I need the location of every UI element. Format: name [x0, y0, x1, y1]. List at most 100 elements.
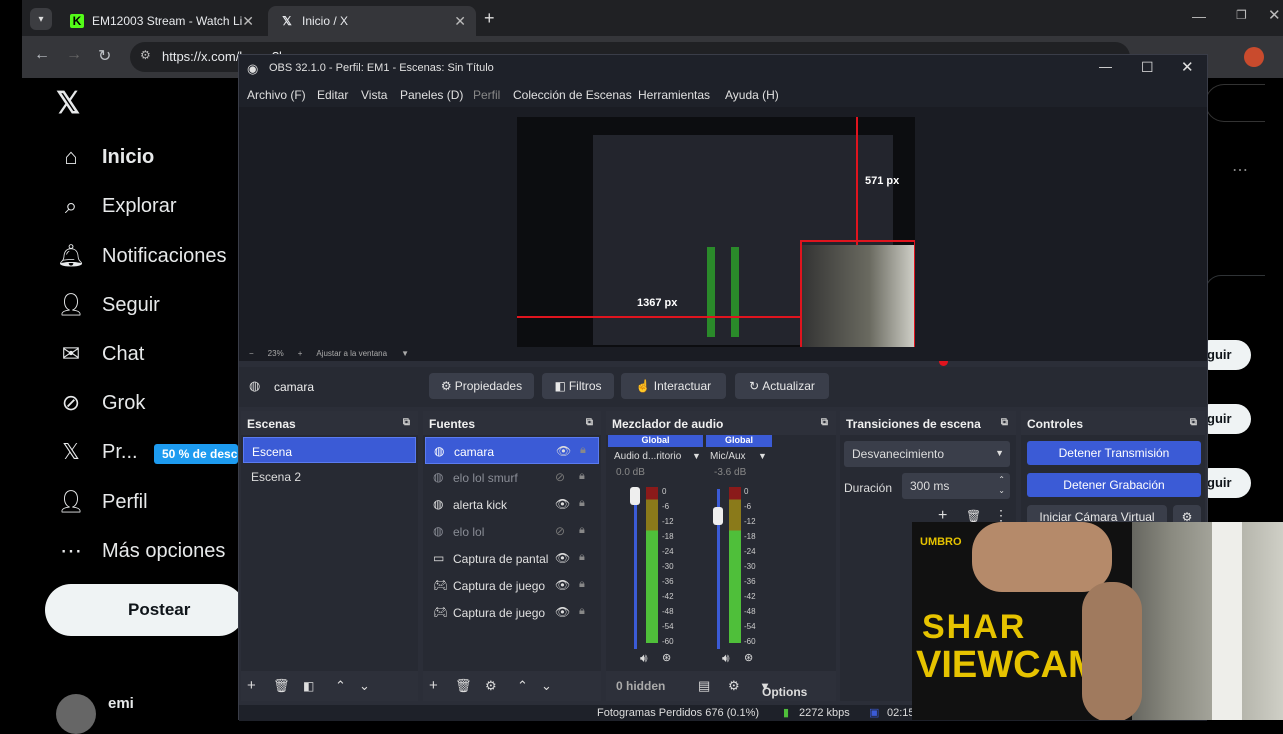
- eye-hidden-icon[interactable]: ⊘: [555, 470, 565, 484]
- menu-vista[interactable]: Vista: [361, 88, 387, 102]
- properties-button[interactable]: ⚙ Propiedades: [429, 373, 534, 399]
- dock-icon[interactable]: ⧉: [586, 417, 593, 428]
- x-nav-notificaciones[interactable]: 🔔︎ Notificaciones: [57, 243, 226, 269]
- lock-icon[interactable]: 🔒︎: [580, 444, 586, 457]
- scene-item[interactable]: Escena: [243, 437, 416, 463]
- x-logo-icon[interactable]: 𝕏: [56, 86, 80, 121]
- x-nav-grok[interactable]: ⊘ Grok: [58, 390, 146, 416]
- mute-icon[interactable]: 🔊︎: [722, 651, 730, 666]
- source-item[interactable]: 🎮︎ Captura de juego 2 👁︎ 🔒︎: [425, 572, 599, 599]
- volume-slider-handle[interactable]: [713, 507, 723, 525]
- tab-x-home[interactable]: 𝕏 Inicio / X ✕: [268, 6, 476, 36]
- filters-button[interactable]: ◧ Filtros: [542, 373, 614, 399]
- x-nav-inicio[interactable]: ⌂ Inicio: [58, 144, 154, 170]
- eye-icon[interactable]: 👁︎: [555, 605, 570, 619]
- maximize-icon[interactable]: ☐: [1141, 59, 1154, 76]
- layout-icon[interactable]: ▤: [698, 678, 710, 694]
- source-item[interactable]: 🎮︎ Captura de juego 👁︎ 🔒︎: [425, 599, 599, 626]
- search-box[interactable]: [1205, 84, 1265, 122]
- site-info-icon[interactable]: ⚙: [140, 48, 151, 62]
- x-nav-mas-opciones[interactable]: ⋯ Más opciones: [58, 538, 225, 564]
- hidden-count[interactable]: 0 hidden: [616, 679, 665, 693]
- move-up-icon[interactable]: ⌃: [517, 678, 528, 694]
- menu-paneles[interactable]: Paneles (D): [400, 88, 463, 102]
- avatar[interactable]: [56, 694, 96, 734]
- move-down-icon[interactable]: ⌄: [359, 678, 370, 694]
- source-item[interactable]: ◍ elo lol ⊘ 🔒︎: [425, 518, 599, 545]
- minimize-icon[interactable]: —: [1099, 59, 1112, 74]
- tab-kick-stream[interactable]: K EM12003 Stream - Watch Live c ✕: [58, 6, 264, 36]
- eye-icon[interactable]: 👁︎: [555, 578, 570, 592]
- interact-button[interactable]: ☝ Interactuar: [621, 373, 726, 399]
- menu-ayuda[interactable]: Ayuda (H): [725, 88, 779, 102]
- dock-icon[interactable]: ⧉: [1001, 417, 1008, 428]
- options-button[interactable]: Options ▾: [762, 679, 807, 699]
- dock-icon[interactable]: ⧉: [821, 417, 828, 428]
- reload-icon[interactable]: ↻: [98, 46, 111, 66]
- transition-select[interactable]: Desvanecimiento ▼: [844, 441, 1010, 467]
- menu-editar[interactable]: Editar: [317, 88, 348, 102]
- close-icon[interactable]: ✕: [242, 13, 254, 30]
- x-nav-explorar[interactable]: ⌕ Explorar: [58, 193, 177, 219]
- duration-input[interactable]: 300 ms ⌃ ⌄: [902, 473, 1010, 499]
- scene-item[interactable]: Escena 2: [243, 463, 416, 489]
- move-down-icon[interactable]: ⌄: [541, 678, 552, 694]
- selection-box[interactable]: [800, 240, 915, 349]
- eye-hidden-icon[interactable]: ⊘: [555, 524, 565, 538]
- tab-search-button[interactable]: ▾: [30, 8, 52, 30]
- chevron-down-icon[interactable]: ▼: [401, 349, 409, 358]
- source-item[interactable]: ▭ Captura de pantal 👁︎ 🔒︎: [425, 545, 599, 572]
- channel-menu-icon[interactable]: ▼: [758, 451, 767, 461]
- preview-canvas[interactable]: 571 px 1367 px: [517, 117, 915, 349]
- minimize-icon[interactable]: —: [1192, 8, 1206, 24]
- channel-settings-icon[interactable]: ⊛: [744, 651, 753, 664]
- stop-recording-button[interactable]: Detener Grabación: [1027, 473, 1201, 497]
- post-button[interactable]: Postear: [45, 584, 245, 636]
- x-nav-perfil[interactable]: 👤︎ Perfil: [57, 489, 148, 515]
- x-nav-premium[interactable]: 𝕏 Pr...: [58, 439, 137, 465]
- volume-slider-track[interactable]: [634, 489, 637, 649]
- lock-icon[interactable]: 🔒︎: [579, 578, 585, 591]
- x-nav-seguir[interactable]: 👤︎ Seguir: [57, 292, 160, 318]
- lock-icon[interactable]: 🔒︎: [579, 551, 585, 564]
- source-item[interactable]: ◍ camara 👁︎ 🔒︎: [425, 437, 599, 464]
- lock-icon[interactable]: 🔒︎: [579, 605, 585, 618]
- channel-menu-icon[interactable]: ▼: [692, 451, 701, 461]
- channel-settings-icon[interactable]: ⊛: [662, 651, 671, 664]
- eye-icon[interactable]: 👁︎: [555, 497, 570, 511]
- add-icon[interactable]: +: [247, 677, 256, 694]
- menu-perfil[interactable]: Perfil: [473, 88, 500, 102]
- move-up-icon[interactable]: ⌃: [335, 678, 346, 694]
- zoom-out-icon[interactable]: −: [249, 349, 254, 358]
- menu-herramientas[interactable]: Herramientas: [638, 88, 710, 102]
- close-window-icon[interactable]: ✕: [1268, 6, 1281, 24]
- trash-icon[interactable]: 🗑︎: [273, 678, 290, 694]
- dock-icon[interactable]: ⧉: [403, 417, 410, 428]
- stepper-icon[interactable]: ⌃ ⌄: [998, 474, 1005, 496]
- filter-icon[interactable]: ◧: [303, 679, 314, 693]
- zoom-in-icon[interactable]: +: [298, 349, 303, 358]
- new-tab-button[interactable]: +: [484, 8, 495, 29]
- eye-icon[interactable]: 👁︎: [556, 444, 571, 458]
- eye-icon[interactable]: 👁︎: [555, 551, 570, 565]
- volume-slider-handle[interactable]: [630, 487, 640, 505]
- mute-icon[interactable]: 🔊︎: [640, 651, 648, 666]
- menu-coleccion-escenas[interactable]: Colección de Escenas: [513, 88, 632, 102]
- dock-icon[interactable]: ⧉: [1190, 417, 1197, 428]
- x-nav-chat[interactable]: ✉ Chat: [58, 341, 144, 367]
- lock-icon[interactable]: 🔒︎: [579, 497, 585, 510]
- trash-icon[interactable]: 🗑︎: [966, 509, 981, 523]
- refresh-button[interactable]: ↻ Actualizar: [735, 373, 829, 399]
- close-icon[interactable]: ✕: [1181, 58, 1194, 76]
- stop-stream-button[interactable]: Detener Transmisión: [1027, 441, 1201, 465]
- premium-discount-badge[interactable]: 50 % de desc: [154, 444, 238, 464]
- obs-preview[interactable]: 571 px 1367 px: [239, 107, 1207, 366]
- back-icon[interactable]: ←: [34, 46, 50, 64]
- add-icon[interactable]: +: [429, 677, 438, 694]
- menu-archivo[interactable]: Archivo (F): [247, 88, 306, 102]
- profile-avatar[interactable]: [1244, 47, 1264, 67]
- lock-icon[interactable]: 🔒︎: [579, 470, 585, 483]
- mixer-settings-icon[interactable]: ⚙: [728, 678, 740, 694]
- source-item[interactable]: ◍ elo lol smurf ⊘ 🔒︎: [425, 464, 599, 491]
- more-options-icon[interactable]: ⋯: [1232, 160, 1248, 180]
